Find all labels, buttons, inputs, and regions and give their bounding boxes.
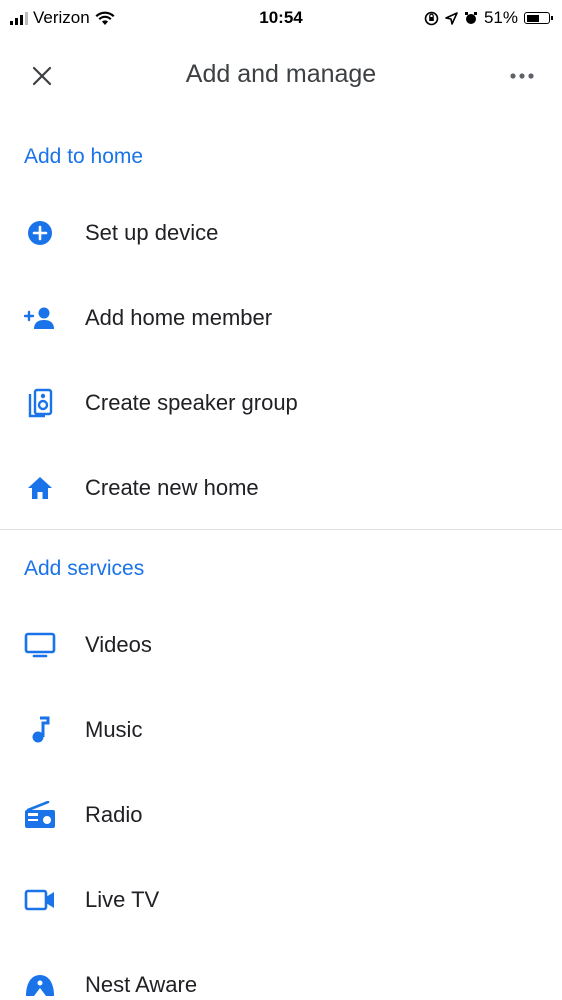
add-circle-icon — [24, 217, 56, 249]
list-item-label: Create speaker group — [85, 390, 298, 415]
nest-aware-icon — [24, 969, 56, 1000]
location-icon — [445, 11, 458, 25]
list-item-label: Nest Aware — [85, 972, 198, 997]
app-bar: Add and manage — [0, 44, 562, 108]
person-add-icon — [24, 302, 56, 334]
list-item-live-tv[interactable]: Live TV — [0, 865, 562, 935]
list-item-label: Create new home — [85, 475, 259, 500]
videocam-icon — [24, 884, 56, 916]
status-right: 51% — [424, 8, 553, 28]
list-item-music[interactable]: Music — [0, 695, 562, 765]
list-item-nest-aware[interactable]: Nest Aware — [0, 950, 562, 1000]
radio-icon — [24, 799, 56, 831]
list-item-videos[interactable]: Videos — [0, 610, 562, 680]
list-item-label: Live TV — [85, 887, 160, 912]
status-bar: Verizon 10:54 51% — [0, 0, 562, 38]
tv-icon — [24, 629, 56, 661]
list-item-label: Add home member — [85, 305, 273, 330]
home-icon — [24, 472, 56, 504]
more-horiz-icon — [510, 73, 534, 79]
list-item-label: Set up device — [85, 220, 219, 245]
section-divider — [0, 529, 562, 530]
list-item-add-home-member[interactable]: Add home member — [0, 283, 562, 353]
list-item-label: Music — [85, 717, 143, 742]
list-item-label: Radio — [85, 802, 143, 827]
more-options-button[interactable] — [502, 58, 542, 94]
list-item-create-new-home[interactable]: Create new home — [0, 453, 562, 523]
orientation-lock-icon — [424, 11, 439, 25]
speaker-group-icon — [24, 387, 56, 419]
list-item-label: Videos — [85, 632, 152, 657]
page-title: Add and manage — [185, 60, 377, 88]
list-item-radio[interactable]: Radio — [0, 780, 562, 850]
screen: Verizon 10:54 51% Add and manage Add to … — [0, 0, 562, 1000]
battery-icon — [524, 12, 553, 24]
music-note-icon — [24, 714, 56, 746]
list-item-create-speaker-group[interactable]: Create speaker group — [0, 368, 562, 438]
section-header-add-services: Add services — [24, 557, 145, 580]
section-header-add-to-home: Add to home — [24, 145, 144, 168]
alarm-icon — [464, 12, 477, 24]
list-item-set-up-device[interactable]: Set up device — [0, 198, 562, 268]
battery-percent: 51% — [483, 8, 518, 27]
